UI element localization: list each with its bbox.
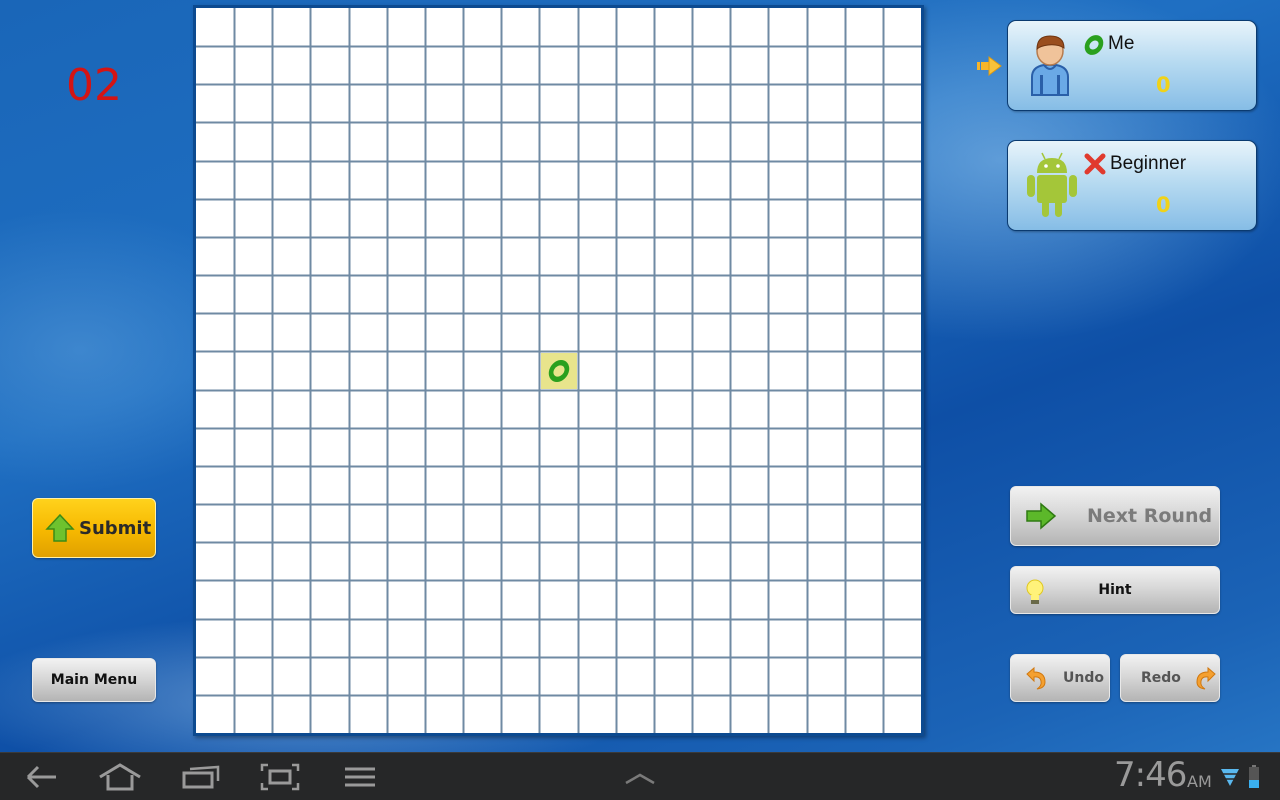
o-mark-icon bbox=[546, 356, 572, 386]
back-icon[interactable] bbox=[20, 761, 64, 793]
redo-button[interactable]: Redo bbox=[1120, 654, 1220, 702]
arrow-up-icon bbox=[45, 513, 75, 542]
android-avatar-icon bbox=[1027, 152, 1077, 217]
redo-label: Redo bbox=[1141, 670, 1181, 686]
next-round-label: Next Round bbox=[1087, 505, 1213, 527]
player-name: Me bbox=[1108, 33, 1135, 54]
chevron-up-icon[interactable] bbox=[618, 761, 662, 793]
recent-apps-icon[interactable] bbox=[180, 761, 224, 793]
player-score: 0 bbox=[1156, 193, 1171, 217]
game-board[interactable] bbox=[193, 5, 924, 736]
main-menu-label: Main Menu bbox=[50, 672, 138, 688]
wifi-icon bbox=[1221, 769, 1239, 786]
submit-label: Submit bbox=[79, 517, 152, 539]
round-counter: 02 bbox=[66, 60, 122, 111]
submit-button[interactable]: Submit bbox=[32, 498, 156, 558]
main-menu-button[interactable]: Main Menu bbox=[32, 658, 156, 702]
home-icon[interactable] bbox=[98, 761, 142, 793]
board-grid[interactable] bbox=[196, 8, 921, 733]
hint-button[interactable]: Hint bbox=[1010, 566, 1220, 614]
redo-arrow-icon bbox=[1196, 666, 1216, 690]
turn-indicator-arrow-icon bbox=[977, 56, 1002, 76]
player-score: 0 bbox=[1156, 73, 1171, 97]
hint-label: Hint bbox=[1098, 582, 1132, 598]
next-round-button[interactable]: Next Round bbox=[1010, 486, 1220, 546]
menu-icon[interactable] bbox=[338, 761, 382, 793]
o-symbol-icon bbox=[1082, 31, 1106, 58]
x-symbol-icon bbox=[1084, 153, 1106, 175]
clock-time: 7:46 bbox=[1114, 755, 1187, 795]
undo-arrow-icon bbox=[1026, 666, 1046, 690]
board-cell-o[interactable] bbox=[541, 353, 577, 389]
undo-label: Undo bbox=[1063, 670, 1104, 686]
clock-ampm: AM bbox=[1187, 772, 1212, 791]
player-card-me: Me 0 bbox=[1007, 20, 1257, 111]
screenshot-icon[interactable] bbox=[258, 761, 302, 793]
person-avatar-icon bbox=[1031, 35, 1069, 96]
player-name: Beginner bbox=[1110, 153, 1187, 174]
battery-icon bbox=[1249, 765, 1259, 788]
player-card-beginner: Beginner 0 bbox=[1007, 140, 1257, 231]
undo-button[interactable]: Undo bbox=[1010, 654, 1110, 702]
arrow-right-icon bbox=[1026, 502, 1057, 530]
system-bar: 7:46 AM bbox=[0, 752, 1280, 800]
